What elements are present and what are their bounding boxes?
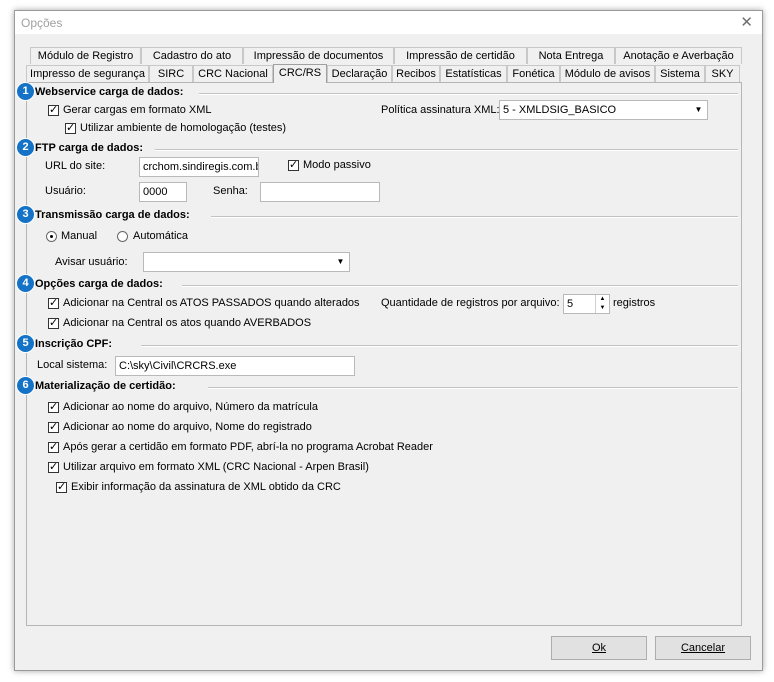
homologacao-checkbox[interactable] (65, 121, 76, 134)
step-badge-5: 5 (16, 334, 35, 353)
section-title-cpf: Inscrição CPF: (35, 338, 113, 350)
politica-value: 5 - XMLDSIG_BASICO (503, 104, 617, 116)
section-divider (208, 387, 738, 389)
numero-matricula-label: Adicionar ao nome do arquivo, Número da … (63, 401, 318, 413)
averbados-label: Adicionar na Central os atos quando AVER… (63, 317, 312, 329)
manual-label: Manual (61, 230, 98, 242)
abrir-acrobat-label: Após gerar a certidão em formato PDF, ab… (63, 441, 433, 453)
section-title-transmissao: Transmissão carga de dados: (35, 209, 190, 221)
step-badge-3: 3 (16, 205, 35, 224)
quantidade-suffix: registros (613, 297, 656, 309)
averbados-checkbox[interactable] (48, 316, 59, 329)
senha-label: Senha: (213, 185, 248, 197)
tab-impresso-seguranca[interactable]: Impresso de segurança (26, 65, 149, 82)
chevron-down-icon[interactable]: ▼ (691, 102, 706, 118)
title-bar: Opções ✕ (15, 11, 762, 34)
tab-sky[interactable]: SKY (705, 65, 740, 82)
numero-matricula-checkbox[interactable] (48, 400, 59, 413)
section-divider (199, 93, 738, 95)
tab-impressao-documentos[interactable]: Impressão de documentos (243, 47, 394, 64)
quantidade-stepper[interactable]: 5 ▲ ▼ (563, 294, 610, 314)
usuario-label: Usuário: (45, 185, 86, 197)
local-sistema-input[interactable]: C:\sky\Civil\CRCRS.exe (115, 356, 355, 376)
ok-button-label: Ok (591, 642, 607, 654)
chevron-down-icon[interactable]: ▼ (333, 254, 348, 270)
assinatura-xml-label: Exibir informação da assinatura de XML o… (71, 481, 341, 493)
step-badge-6: 6 (16, 376, 35, 395)
avisar-label: Avisar usuário: (55, 256, 128, 268)
cancel-button-label: Cancelar (680, 642, 726, 654)
manual-radio[interactable] (46, 231, 57, 242)
quantidade-value: 5 (567, 298, 574, 310)
tab-recibos[interactable]: Recibos (392, 65, 440, 82)
tab-cadastro-ato[interactable]: Cadastro do ato (141, 47, 243, 64)
tab-declaracao[interactable]: Declaração (327, 65, 392, 82)
automatica-radio[interactable] (117, 231, 128, 242)
avisar-select[interactable]: ▼ (143, 252, 350, 272)
tab-crc-nacional[interactable]: CRC Nacional (193, 65, 273, 82)
url-input[interactable]: crchom.sindiregis.com.b (139, 157, 259, 177)
section-divider (155, 149, 738, 151)
atos-passados-label: Adicionar na Central os ATOS PASSADOS qu… (63, 297, 360, 309)
formato-xml-label: Utilizar arquivo em formato XML (CRC Nac… (63, 461, 369, 473)
politica-label: Política assinatura XML: (381, 104, 500, 116)
local-sistema-label: Local sistema: (37, 359, 108, 371)
section-title-ftp: FTP carga de dados: (35, 142, 143, 154)
tab-nota-entrega[interactable]: Nota Entrega (527, 47, 615, 64)
nome-registrado-checkbox[interactable] (48, 420, 59, 433)
gerar-xml-label: Gerar cargas em formato XML (63, 104, 212, 116)
politica-select[interactable]: 5 - XMLDSIG_BASICO ▼ (499, 100, 708, 120)
tab-sirc[interactable]: SIRC (149, 65, 193, 82)
tab-crc-rs[interactable]: CRC/RS (273, 64, 327, 83)
section-divider (141, 345, 738, 347)
step-badge-2: 2 (16, 138, 35, 157)
atos-passados-checkbox[interactable] (48, 296, 59, 309)
tab-sistema[interactable]: Sistema (655, 65, 705, 82)
tab-impressao-certidao[interactable]: Impressão de certidão (394, 47, 527, 64)
tab-modulo-registro[interactable]: Módulo de Registro (30, 47, 141, 64)
section-divider (211, 216, 738, 218)
step-badge-1: 1 (16, 82, 35, 101)
quantidade-label: Quantidade de registros por arquivo: (381, 297, 560, 309)
modo-passivo-checkbox[interactable] (288, 158, 299, 171)
tab-modulo-avisos[interactable]: Módulo de avisos (560, 65, 655, 82)
spin-up-icon[interactable]: ▲ (595, 295, 609, 304)
gerar-xml-checkbox[interactable] (48, 103, 59, 116)
abrir-acrobat-checkbox[interactable] (48, 440, 59, 453)
senha-input[interactable] (260, 182, 380, 202)
section-title-opcoes: Opções carga de dados: (35, 278, 163, 290)
close-icon[interactable]: ✕ (740, 13, 753, 31)
window-title: Opções (21, 16, 63, 30)
section-title-materializacao: Materialização de certidão: (35, 380, 176, 392)
tab-anotacao-averbacao[interactable]: Anotação e Averbação (615, 47, 742, 64)
modo-passivo-label: Modo passivo (303, 159, 371, 171)
homologacao-label: Utilizar ambiente de homologação (testes… (80, 122, 287, 134)
nome-registrado-label: Adicionar ao nome do arquivo, Nome do re… (63, 421, 312, 433)
tab-fonetica[interactable]: Fonética (507, 65, 560, 82)
cancel-button[interactable]: Cancelar (655, 636, 751, 660)
automatica-label: Automática (133, 230, 189, 242)
options-dialog: Opções ✕ Módulo de Registro Cadastro do … (14, 10, 763, 671)
assinatura-xml-checkbox[interactable] (56, 480, 67, 493)
url-label: URL do site: (45, 160, 106, 172)
section-title-webservice: Webservice carga de dados: (35, 86, 184, 98)
tab-estatisticas[interactable]: Estatísticas (440, 65, 507, 82)
tab-panel-crc-rs (26, 82, 742, 626)
step-badge-4: 4 (16, 274, 35, 293)
spin-down-icon[interactable]: ▼ (595, 304, 609, 313)
usuario-input[interactable]: 0000 (139, 182, 187, 202)
ok-button[interactable]: Ok (551, 636, 647, 660)
section-divider (182, 285, 738, 287)
formato-xml-checkbox[interactable] (48, 460, 59, 473)
